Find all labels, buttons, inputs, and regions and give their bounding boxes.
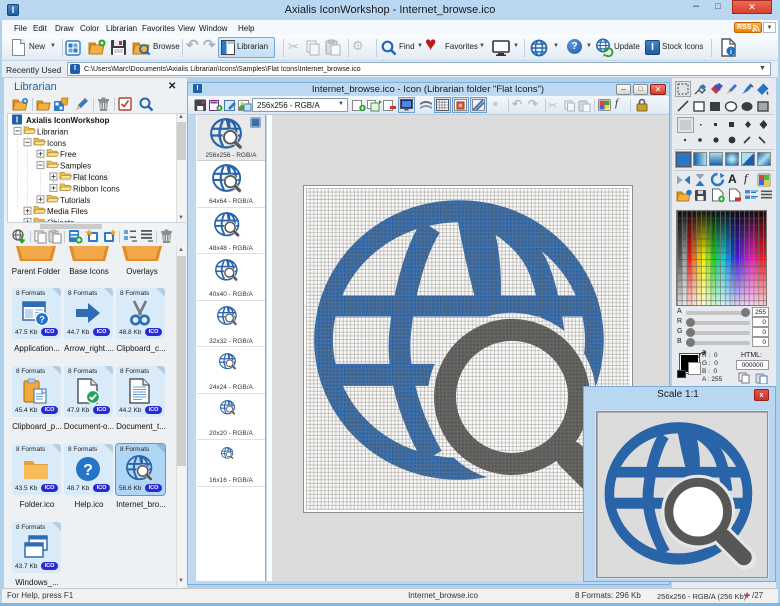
svg-text:Free: Free [60, 150, 77, 159]
svg-text:Objects: Objects [47, 219, 74, 222]
svg-text:Ribbon Icons: Ribbon Icons [73, 184, 120, 193]
svg-text:Axialis IconWorkshop: Axialis IconWorkshop [26, 116, 110, 125]
svg-text:?: ? [39, 315, 45, 325]
svg-text:Tutorials: Tutorials [60, 196, 90, 205]
svg-text:Librarian: Librarian [37, 127, 68, 136]
svg-text:Icons: Icons [47, 139, 66, 148]
svg-text:?: ? [83, 462, 93, 479]
svg-text:Media Files: Media Files [47, 207, 88, 216]
svg-text:Samples: Samples [60, 162, 91, 171]
svg-text:Flat Icons: Flat Icons [73, 173, 108, 182]
svg-text:I: I [16, 116, 18, 125]
svg-text:i: i [730, 49, 732, 56]
